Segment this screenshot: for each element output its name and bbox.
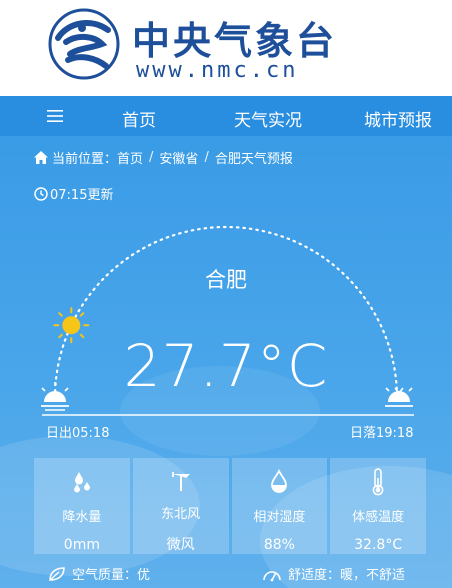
city-name: 合肥 [205, 268, 247, 292]
leaf-icon [48, 566, 66, 582]
nav-item-live-weather[interactable]: 天气实况 [234, 106, 302, 131]
card-value: 88% [263, 537, 295, 553]
weather-detail-cards: 降水量 0mm 东北风 微风 相对湿度 88% 体感温度 32.8°C [34, 458, 426, 554]
site-header: 中央气象台 www.nmc.cn [0, 0, 452, 96]
sunrise-time: 日出05:18 [46, 426, 110, 441]
menu-icon[interactable] [38, 96, 72, 136]
nmc-logo-icon[interactable] [48, 8, 120, 80]
wind-card: 东北风 微风 [132, 458, 229, 554]
air-quality-text: 空气质量：优 [72, 568, 151, 583]
air-quality: 空气质量：优 [48, 564, 150, 583]
humidity-card: 相对湿度 88% [231, 458, 328, 554]
card-label: 体感温度 [352, 510, 405, 525]
humidity-drop-icon [267, 468, 291, 496]
card-label: 降水量 [62, 510, 102, 525]
comfort-index: 舒适度：暖，不舒适 [262, 564, 405, 583]
thermometer-icon [369, 468, 387, 496]
card-value: 32.8°C [354, 537, 403, 553]
nav-item-home[interactable]: 首页 [122, 106, 156, 131]
bottom-info-bar: 空气质量：优 舒适度：暖，不舒适 [0, 560, 452, 588]
weather-panel: 当前位置： 首页 / 安徽省 / 合肥天气预报 07:15更新 合肥 27.7°… [0, 136, 452, 588]
comfort-text: 舒适度：暖，不舒适 [288, 568, 406, 583]
card-value: 微风 [166, 537, 195, 553]
card-label: 东北风 [161, 507, 201, 522]
raindrops-icon [70, 468, 94, 496]
main-nav: 首页 天气实况 城市预报 [0, 96, 452, 136]
card-value: 0mm [63, 537, 100, 553]
nav-item-city-forecast[interactable]: 城市预报 [364, 106, 432, 131]
precipitation-card: 降水量 0mm [34, 458, 130, 554]
sunset-time: 日落19:18 [350, 426, 414, 441]
site-title[interactable]: 中央气象台 [132, 10, 337, 65]
card-label: 相对湿度 [253, 510, 306, 525]
current-temperature: 27.7°C [123, 332, 329, 400]
site-url[interactable]: www.nmc.cn [136, 58, 298, 83]
wind-vane-icon [169, 468, 193, 493]
feels-like-card: 体感温度 32.8°C [330, 458, 426, 554]
gauge-icon [262, 566, 282, 582]
